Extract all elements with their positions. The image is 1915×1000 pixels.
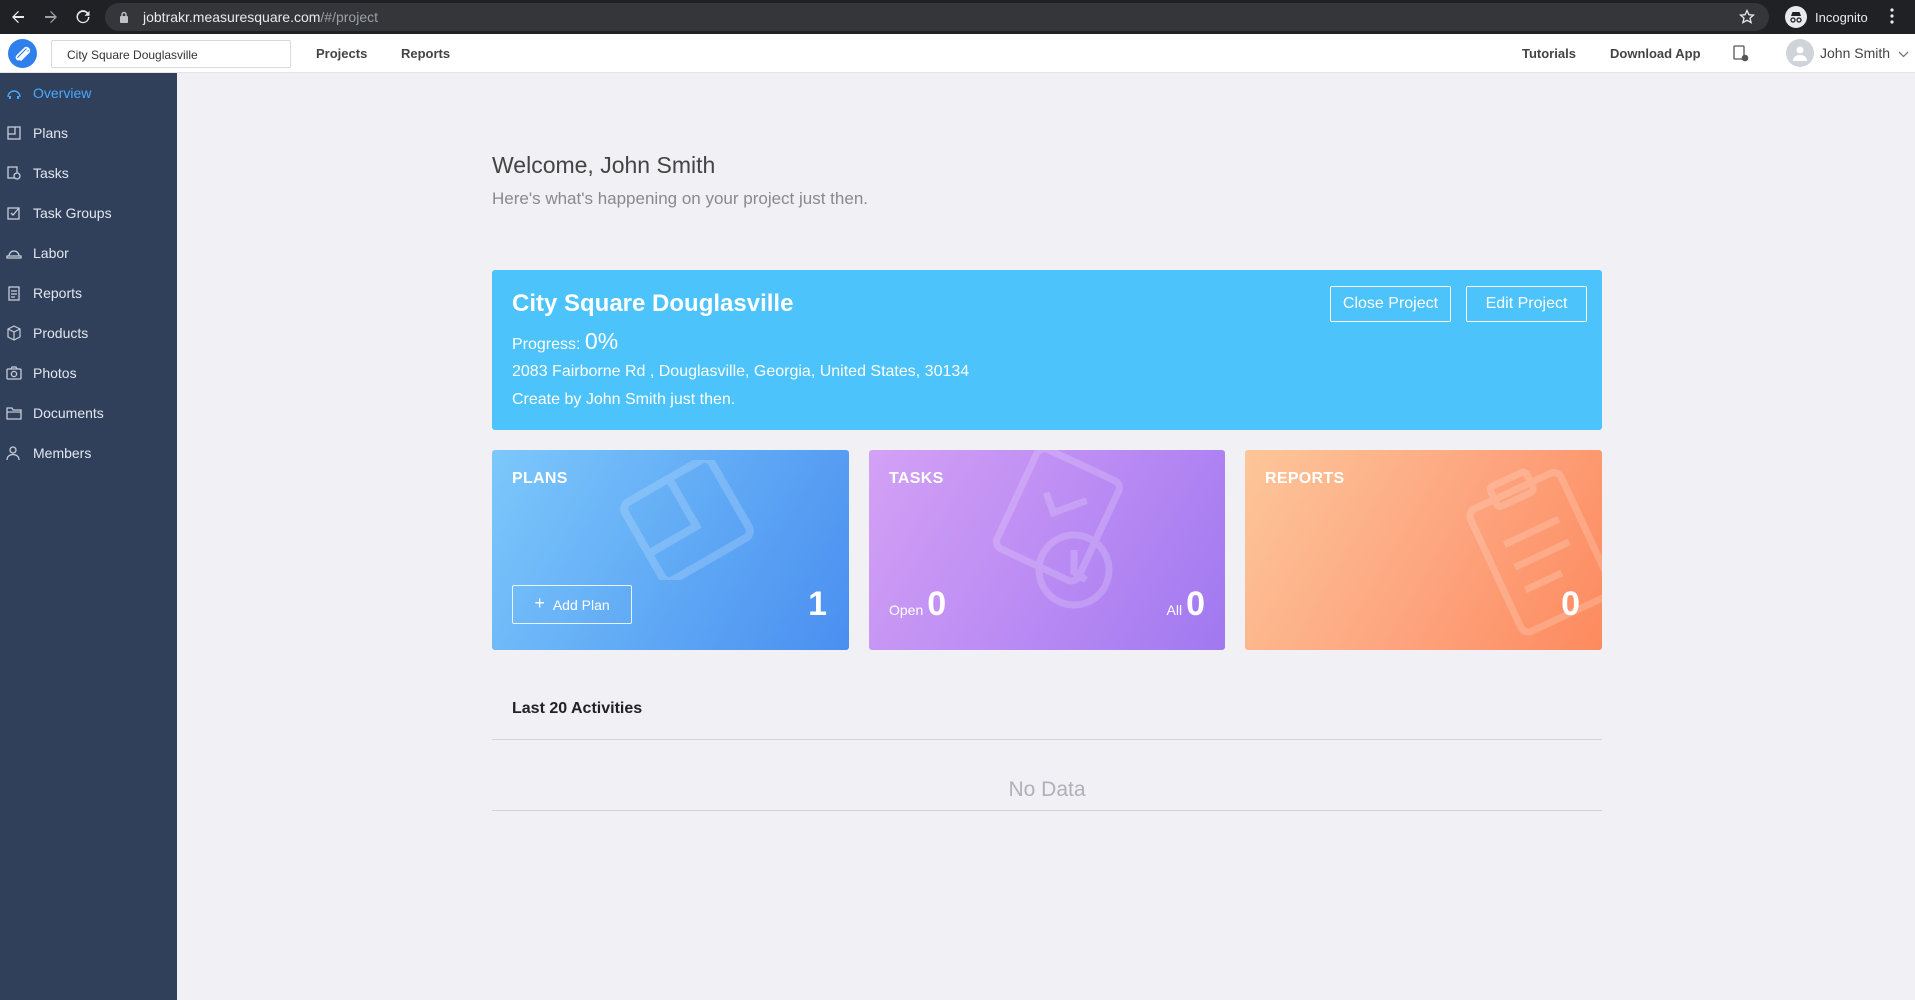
plus-icon: + xyxy=(534,593,545,613)
plans-count: 1 xyxy=(808,585,827,623)
members-icon xyxy=(6,445,22,461)
add-plan-button[interactable]: + Add Plan xyxy=(512,585,632,624)
tasks-all-count: 0 xyxy=(1186,585,1205,623)
reports-count: 0 xyxy=(1561,585,1580,623)
notification-icon[interactable] xyxy=(1733,45,1749,68)
reports-icon xyxy=(6,285,22,301)
project-name: City Square Douglasville xyxy=(512,290,794,317)
incognito-icon xyxy=(1785,6,1807,28)
reports-background-icon xyxy=(1466,468,1602,636)
url-host: jobtrakr.measuresquare.com xyxy=(143,9,321,25)
reload-icon[interactable] xyxy=(67,0,99,34)
browser-toolbar: jobtrakr.measuresquare.com/#/project Inc… xyxy=(0,0,1915,34)
add-plan-label: Add Plan xyxy=(552,596,610,613)
labor-icon xyxy=(6,245,22,261)
nav-projects[interactable]: Projects xyxy=(316,46,367,61)
overview-icon xyxy=(6,85,22,101)
sidebar-item-products[interactable]: Products xyxy=(0,313,177,353)
welcome-heading: Welcome, John Smith xyxy=(492,152,716,178)
browser-menu-icon[interactable] xyxy=(1890,8,1894,29)
welcome-subtitle: Here's what's happening on your project … xyxy=(492,189,868,208)
incognito-label: Incognito xyxy=(1815,9,1868,25)
sidebar-item-reports[interactable]: Reports xyxy=(0,273,177,313)
sidebar-item-label: Reports xyxy=(33,285,83,301)
reports-card[interactable]: REPORTS 0 xyxy=(1245,450,1602,650)
url-path: /#/project xyxy=(320,9,379,25)
camera-icon xyxy=(6,365,22,381)
plans-background-icon xyxy=(620,460,754,580)
user-name: John Smith xyxy=(1820,45,1891,61)
download-app-link[interactable]: Download App xyxy=(1610,46,1701,61)
sidebar-item-label: Task Groups xyxy=(33,205,112,221)
tasks-card[interactable]: TASKS Open 0 All 0 xyxy=(869,450,1225,650)
sidebar-item-documents[interactable]: Documents xyxy=(0,393,177,433)
chevron-down-icon xyxy=(1898,45,1909,61)
sidebar-item-label: Labor xyxy=(33,245,69,261)
back-icon[interactable] xyxy=(2,0,34,34)
sidebar-item-label: Members xyxy=(33,445,92,461)
lock-icon xyxy=(119,11,131,23)
sidebar-item-label: Photos xyxy=(33,365,77,381)
project-address: 2083 Fairborne Rd , Douglasville, Georgi… xyxy=(512,363,970,380)
tasks-icon xyxy=(6,165,22,181)
progress-value: 0% xyxy=(584,328,619,354)
products-icon xyxy=(6,325,22,341)
sidebar-item-label: Plans xyxy=(33,125,69,141)
task-groups-icon xyxy=(6,205,22,221)
close-project-button[interactable]: Close Project xyxy=(1330,286,1451,322)
address-bar[interactable]: jobtrakr.measuresquare.com/#/project xyxy=(105,3,1769,31)
avatar-icon xyxy=(1786,39,1814,67)
project-selector[interactable]: City Square Douglasville xyxy=(51,40,291,68)
project-created: Create by John Smith just then. xyxy=(512,391,736,408)
tasks-title: TASKS xyxy=(889,470,944,487)
plans-title: PLANS xyxy=(512,470,568,487)
sidebar-item-label: Documents xyxy=(33,405,104,421)
reports-title: REPORTS xyxy=(1265,470,1345,487)
tasks-all-label: All xyxy=(1166,602,1183,618)
progress-label: Progress: xyxy=(512,336,581,353)
tasks-background-icon xyxy=(993,450,1123,609)
sidebar-item-plans[interactable]: Plans xyxy=(0,113,177,153)
sidebar-item-labor[interactable]: Labor xyxy=(0,233,177,273)
edit-project-button[interactable]: Edit Project xyxy=(1466,286,1587,322)
forward-icon[interactable] xyxy=(35,0,67,34)
sidebar-item-label: Tasks xyxy=(33,165,69,181)
incognito-indicator[interactable]: Incognito xyxy=(1785,4,1868,30)
bookmark-star-icon[interactable] xyxy=(1738,8,1756,28)
divider xyxy=(492,739,1602,740)
tasks-open-count: 0 xyxy=(927,585,947,623)
tutorials-link[interactable]: Tutorials xyxy=(1522,46,1576,61)
app-header: City Square Douglasville Projects Report… xyxy=(0,34,1915,73)
tasks-all: All 0 xyxy=(1167,585,1205,624)
activities-empty: No Data xyxy=(1008,778,1086,801)
activities-title: Last 20 Activities xyxy=(512,700,643,717)
sidebar: Overview Plans Tasks Task Groups Labor R… xyxy=(0,73,177,1000)
plans-icon xyxy=(6,125,22,141)
divider xyxy=(492,810,1602,811)
tasks-open-label: Open xyxy=(889,602,924,618)
project-summary-card: City Square Douglasville Progress: 0% 20… xyxy=(492,270,1602,430)
project-progress: Progress: 0% xyxy=(512,328,618,355)
sidebar-item-overview[interactable]: Overview xyxy=(0,73,177,113)
sidebar-item-label: Overview xyxy=(33,85,92,101)
sidebar-item-members[interactable]: Members xyxy=(0,433,177,473)
app-logo-icon[interactable] xyxy=(8,39,37,68)
sidebar-item-tasks[interactable]: Tasks xyxy=(0,153,177,193)
plans-card[interactable]: PLANS + Add Plan 1 xyxy=(492,450,849,650)
user-menu[interactable]: John Smith xyxy=(1786,38,1909,68)
sidebar-item-label: Products xyxy=(33,325,89,341)
sidebar-item-photos[interactable]: Photos xyxy=(0,353,177,393)
sidebar-item-task-groups[interactable]: Task Groups xyxy=(0,193,177,233)
documents-icon xyxy=(6,405,22,421)
nav-reports[interactable]: Reports xyxy=(401,46,450,61)
tasks-open: Open 0 xyxy=(889,585,946,624)
